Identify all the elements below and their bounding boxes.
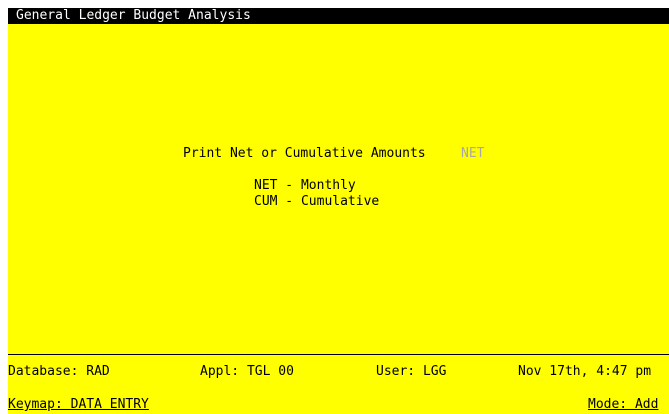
status-divider-top xyxy=(8,354,669,355)
window-title: General Ledger Budget Analysis xyxy=(16,8,251,23)
window-title-bar: General Ledger Budget Analysis xyxy=(8,8,669,24)
status-user: User: LGG xyxy=(376,364,447,379)
status-mode: Mode: Add xyxy=(588,397,659,412)
option-cum: CUM - Cumulative xyxy=(254,194,380,209)
status-datetime: Nov 17th, 4:47 pm xyxy=(518,364,652,379)
status-database: Database: RAD xyxy=(8,364,110,379)
status-keymap: Keymap: DATA ENTRY xyxy=(8,397,149,412)
terminal-screen: General Ledger Budget Analysis Print Net… xyxy=(8,8,669,414)
status-appl: Appl: TGL 00 xyxy=(200,364,294,379)
net-cumulative-input[interactable]: NET xyxy=(461,146,484,162)
prompt-label: Print Net or Cumulative Amounts xyxy=(183,146,426,161)
option-net: NET - Monthly xyxy=(254,178,356,193)
